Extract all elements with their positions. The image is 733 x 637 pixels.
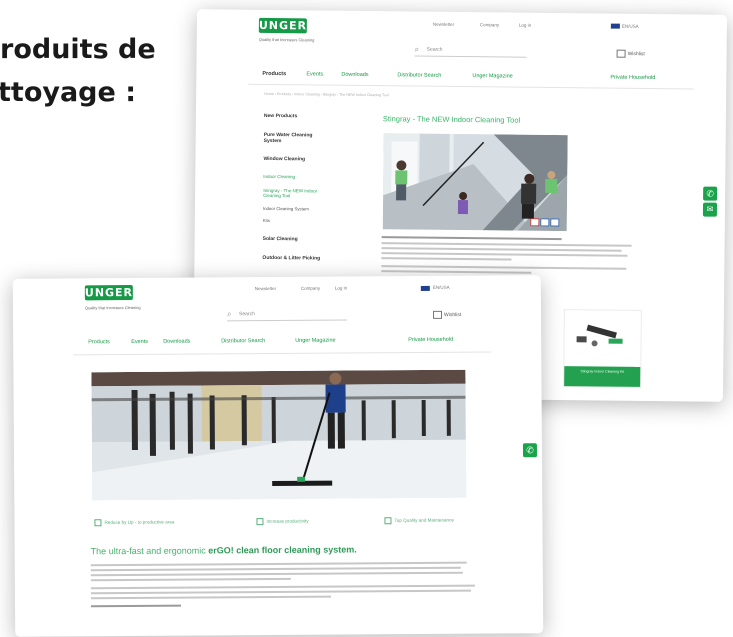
main-nav: Products Events Downloads Distributor Se… xyxy=(197,9,727,81)
nav-divider xyxy=(73,351,492,356)
headline-product-name: erGO! clean floor cleaning system. xyxy=(208,544,357,556)
flag-icon xyxy=(420,285,430,291)
logo-tagline: Quality that Increases Cleaning xyxy=(84,304,141,311)
language-selector[interactable]: EN/USA xyxy=(433,285,450,290)
nav-products[interactable]: Products xyxy=(262,71,286,77)
search-placeholder: Search xyxy=(426,46,443,53)
product-kit-image xyxy=(576,324,623,347)
unger-logo[interactable]: UNGER xyxy=(84,285,133,301)
phone-icon[interactable]: ✆ xyxy=(703,186,718,201)
nav-events[interactable]: Events xyxy=(306,71,323,77)
logo-tagline: Quality that Increases Cleaning xyxy=(258,36,315,43)
text-line xyxy=(381,236,562,241)
feature-check-icon xyxy=(256,518,264,526)
text-line xyxy=(90,595,331,600)
collage-svg xyxy=(382,133,568,232)
text-line xyxy=(381,252,628,257)
sidebar-item-indoor-cleaning[interactable]: Indoor Cleaning xyxy=(263,174,295,180)
feature-item: Reduce by Up - to productive area xyxy=(94,519,174,527)
nav-downloads[interactable]: Downloads xyxy=(341,72,368,78)
nav-downloads[interactable]: Downloads xyxy=(163,339,190,345)
product-card[interactable]: Stingray Indoor Cleaning Kit xyxy=(563,309,642,388)
feature-label: Reduce by Up - to productive area xyxy=(104,519,175,525)
text-line xyxy=(381,257,512,261)
search-placeholder: Search xyxy=(238,311,255,318)
product-headline: The ultra-fast and ergonomic erGO! clean… xyxy=(91,544,357,556)
text-line xyxy=(381,247,622,252)
login-link[interactable]: Log in xyxy=(335,286,347,291)
wishlist-button[interactable]: Wishlist xyxy=(432,310,462,319)
text-line xyxy=(381,270,532,274)
headline-part: The ultra-fast and ergonomic xyxy=(90,545,206,557)
nav-magazine[interactable]: Unger Magazine xyxy=(472,73,512,79)
feature-label: Increase productivity xyxy=(266,518,309,524)
wishlist-label: Wishlist xyxy=(627,51,645,58)
hero-svg xyxy=(91,369,467,501)
nav-distributor-search[interactable]: Distributor Search xyxy=(221,338,265,344)
feature-label: Top Quality and Maintenance xyxy=(394,517,454,523)
sidebar-item-kits[interactable]: Kits xyxy=(263,218,270,224)
text-line xyxy=(90,577,291,582)
company-link[interactable]: Company xyxy=(480,22,499,27)
nav-divider xyxy=(248,83,695,90)
stingray-collage-image xyxy=(382,133,568,232)
nav-distributor-search[interactable]: Distributor Search xyxy=(397,72,441,78)
list-icon xyxy=(432,310,443,319)
sidebar-item-pure-water[interactable]: Pure Water Cleaning System xyxy=(264,132,320,145)
phone-icon[interactable]: ✆ xyxy=(522,443,538,458)
sidebar-item-stingray[interactable]: Stingray - The NEW Indoor Cleaning Tool xyxy=(263,188,325,199)
text-line xyxy=(90,584,475,590)
list-icon xyxy=(616,49,626,58)
feature-check-icon xyxy=(94,519,102,527)
unger-logo[interactable]: UNGER xyxy=(258,17,307,34)
text-line xyxy=(90,566,461,572)
text-line xyxy=(90,561,467,567)
nav-events[interactable]: Events xyxy=(131,339,148,345)
sidebar-item-solar[interactable]: Solar Cleaning xyxy=(263,236,298,242)
breadcrumb[interactable]: Home › Products › Indoor Cleaning › Stin… xyxy=(264,92,389,97)
text-line xyxy=(90,571,463,577)
nav-magazine[interactable]: Unger Magazine xyxy=(295,338,335,344)
text-line xyxy=(381,265,627,270)
heading-line-1: roduits de xyxy=(0,34,156,65)
flag-icon xyxy=(610,23,620,29)
company-link[interactable]: Company xyxy=(301,286,320,291)
feature-item: Top Quality and Maintenance xyxy=(384,517,454,525)
nav-private-household[interactable]: Private Household xyxy=(610,75,655,81)
ergo-clean-hero-image xyxy=(91,369,467,501)
top-links: Newsletter Company Log in xyxy=(197,9,727,28)
heading-line-2: ttoyage : xyxy=(0,77,137,108)
sidebar-item-outdoor[interactable]: Outdoor & Litter Picking xyxy=(262,255,320,262)
sidebar-item-new-products[interactable]: New Products xyxy=(264,113,297,119)
search-input[interactable]: ⌕ Search xyxy=(226,307,348,322)
search-icon: ⌕ xyxy=(226,309,232,319)
mail-icon[interactable]: ✉ xyxy=(702,202,718,217)
nav-products[interactable]: Products xyxy=(88,339,110,345)
feature-check-icon xyxy=(384,517,392,525)
sidebar-item-indoor-system[interactable]: Indoor Cleaning System xyxy=(263,206,309,212)
feature-item: Increase productivity xyxy=(256,518,309,526)
product-card-label: Stingray Indoor Cleaning Kit xyxy=(564,366,641,387)
search-icon: ⌕ xyxy=(414,44,420,54)
text-line xyxy=(381,242,632,247)
ergo-clean-page-screenshot: UNGER Quality that Increases Cleaning Ne… xyxy=(12,275,544,637)
wishlist-button[interactable]: Wishlist xyxy=(616,49,645,58)
page-title: Stingray - The NEW Indoor Cleaning Tool xyxy=(382,114,521,125)
nav-private-household[interactable]: Private Household xyxy=(408,337,453,343)
sidebar: New Products Pure Water Cleaning System … xyxy=(197,9,727,262)
sidebar-item-window-cleaning[interactable]: Window Cleaning xyxy=(263,156,305,162)
text-line xyxy=(90,589,471,595)
login-link[interactable]: Log in xyxy=(519,23,531,28)
newsletter-link[interactable]: Newsletter xyxy=(433,22,454,27)
newsletter-link[interactable]: Newsletter xyxy=(255,286,276,291)
language-selector[interactable]: EN/USA xyxy=(622,24,639,29)
search-input[interactable]: ⌕ Search xyxy=(414,43,527,58)
text-line xyxy=(91,604,182,608)
wishlist-label: Wishlist xyxy=(443,312,462,319)
